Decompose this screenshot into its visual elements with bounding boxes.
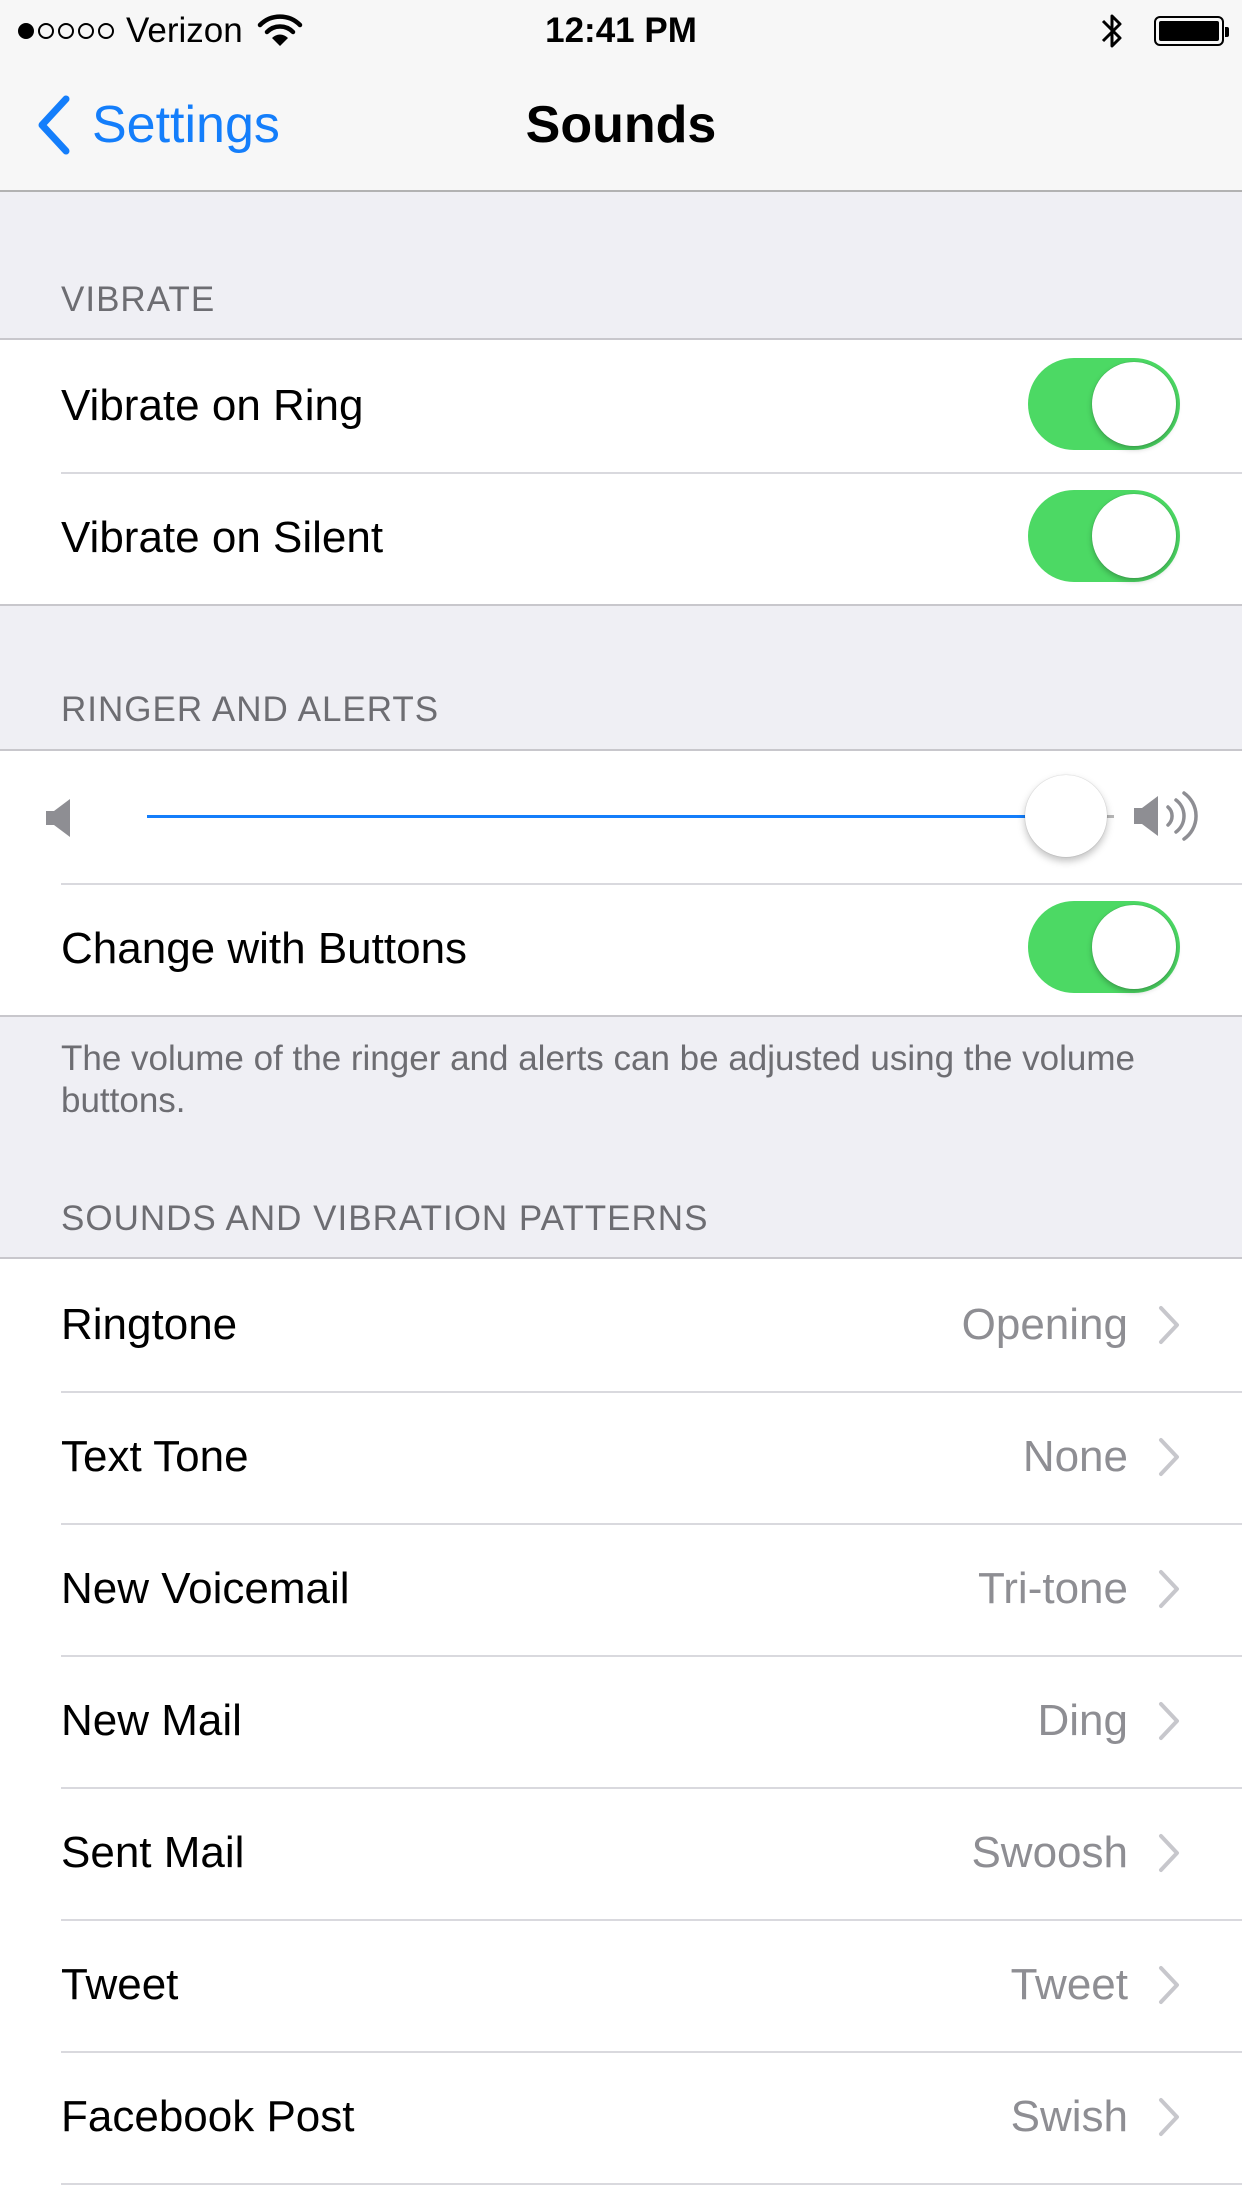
row-label: Change with Buttons — [61, 924, 468, 973]
chevron-right-icon — [1159, 1570, 1179, 1608]
chevron-right-icon — [1159, 1438, 1179, 1476]
ringer-volume-row — [0, 751, 1242, 883]
page-title: Sounds — [525, 96, 717, 154]
vibrate-on-silent-toggle[interactable] — [1028, 490, 1180, 582]
status-right — [1098, 10, 1229, 52]
chevron-right-icon — [1159, 1306, 1179, 1344]
sounds-settings-screen: Verizon 12:41 PM Settings Sounds VIBRATE… — [0, 0, 1242, 2208]
volume-slider[interactable] — [147, 775, 1114, 857]
section-header-vibrate: VIBRATE — [61, 280, 216, 319]
toggle-knob — [1092, 494, 1176, 578]
row-value: None — [1022, 1432, 1128, 1481]
row-value: Tri-tone — [978, 1564, 1128, 1613]
volume-slider-fill — [147, 815, 1066, 818]
vibrate-on-ring-toggle[interactable] — [1028, 358, 1180, 450]
toggle-knob — [1092, 362, 1176, 446]
vibrate-group: Vibrate on Ring Vibrate on Silent — [0, 338, 1242, 606]
vibrate-on-ring-row: Vibrate on Ring — [0, 340, 1242, 472]
bluetooth-icon — [1101, 14, 1122, 48]
list-item — [0, 2183, 1242, 2208]
sounds-group: Ringtone Opening Text Tone None New Voic… — [0, 1257, 1242, 2208]
row-label: Vibrate on Silent — [61, 513, 384, 562]
battery-icon — [1154, 16, 1229, 46]
ringtone-row[interactable]: Ringtone Opening — [0, 1259, 1242, 1391]
volume-slider-thumb[interactable] — [1024, 775, 1107, 857]
row-value: Swoosh — [971, 1828, 1128, 1877]
ringer-footer-note: The volume of the ringer and alerts can … — [61, 1039, 1135, 1120]
section-header-ringer: RINGER AND ALERTS — [61, 690, 440, 729]
row-value: Ding — [1037, 1696, 1129, 1745]
ringer-group: Change with Buttons — [0, 749, 1242, 1017]
text-tone-row[interactable]: Text Tone None — [0, 1391, 1242, 1523]
row-label: Vibrate on Ring — [61, 381, 364, 430]
facebook-post-row[interactable]: Facebook Post Swish — [0, 2051, 1242, 2183]
speaker-high-icon — [1134, 791, 1198, 841]
battery-level — [1159, 21, 1219, 41]
chevron-right-icon — [1159, 1966, 1179, 2004]
new-mail-row[interactable]: New Mail Ding — [0, 1655, 1242, 1787]
row-label: New Voicemail — [61, 1564, 350, 1613]
change-with-buttons-toggle[interactable] — [1028, 901, 1180, 993]
toggle-knob — [1092, 905, 1176, 989]
new-voicemail-row[interactable]: New Voicemail Tri-tone — [0, 1523, 1242, 1655]
row-label: Sent Mail — [61, 1828, 245, 1877]
chevron-right-icon — [1159, 1834, 1179, 1872]
section-header-sounds: SOUNDS AND VIBRATION PATTERNS — [61, 1199, 709, 1238]
navigation-bar: Settings Sounds — [0, 60, 1242, 192]
vibrate-on-silent-row: Vibrate on Silent — [0, 472, 1242, 604]
status-time: 12:41 PM — [545, 11, 697, 50]
row-label: Facebook Post — [61, 2092, 355, 2141]
row-label: New Mail — [61, 1696, 242, 1745]
row-value: Swish — [1010, 2092, 1128, 2141]
speaker-low-icon — [46, 799, 70, 837]
sent-mail-row[interactable]: Sent Mail Swoosh — [0, 1787, 1242, 1919]
row-value: Tweet — [1010, 1960, 1128, 2009]
row-label: Tweet — [61, 1960, 179, 2009]
chevron-right-icon — [1159, 1702, 1179, 1740]
row-label: Text Tone — [61, 1432, 249, 1481]
chevron-right-icon — [1159, 2098, 1179, 2136]
status-bar: Verizon 12:41 PM — [0, 0, 1242, 60]
change-with-buttons-row: Change with Buttons — [0, 883, 1242, 1015]
tweet-row[interactable]: Tweet Tweet — [0, 1919, 1242, 2051]
row-value: Opening — [961, 1300, 1128, 1349]
row-label: Ringtone — [61, 1300, 238, 1349]
